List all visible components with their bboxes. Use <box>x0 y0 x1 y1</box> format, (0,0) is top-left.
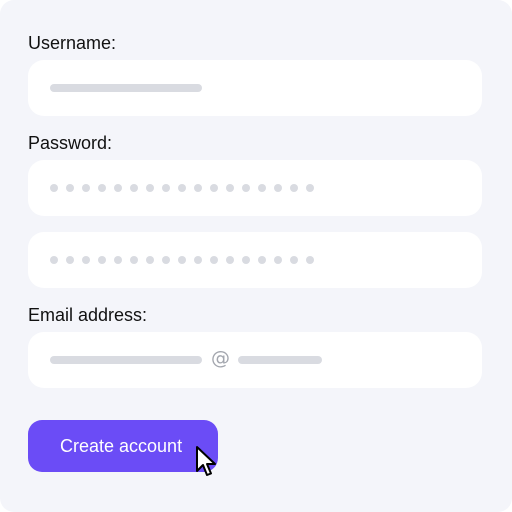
mask-dot <box>226 184 234 192</box>
password-label: Password: <box>28 133 113 153</box>
email-label: Email address: <box>28 305 148 325</box>
mask-dot <box>306 256 314 264</box>
mask-dot <box>162 256 170 264</box>
mask-dot <box>114 184 122 192</box>
mask-dot <box>66 256 74 264</box>
username-placeholder-bar <box>50 84 202 92</box>
mask-dot <box>82 184 90 192</box>
mask-dot <box>50 184 58 192</box>
mask-dot <box>258 256 266 264</box>
username-field[interactable] <box>28 60 482 116</box>
password-mask <box>50 184 314 192</box>
mask-dot <box>66 184 74 192</box>
mask-dot <box>290 184 298 192</box>
confirm-password-mask <box>50 256 314 264</box>
mask-dot <box>290 256 298 264</box>
email-user-placeholder-bar <box>50 356 202 364</box>
mask-dot <box>242 184 250 192</box>
email-domain-placeholder-bar <box>238 356 322 364</box>
mask-dot <box>162 184 170 192</box>
mask-dot <box>210 256 218 264</box>
mask-dot <box>274 256 282 264</box>
mask-dot <box>306 184 314 192</box>
mask-dot <box>146 184 154 192</box>
mask-dot <box>50 256 58 264</box>
mask-dot <box>194 184 202 192</box>
mask-dot <box>258 184 266 192</box>
mask-dot <box>82 256 90 264</box>
mask-dot <box>178 256 186 264</box>
mask-dot <box>98 256 106 264</box>
mask-dot <box>242 256 250 264</box>
mask-dot <box>98 184 106 192</box>
mask-dot <box>178 184 186 192</box>
mouse-pointer-icon <box>196 446 216 476</box>
username-label: Username: <box>28 33 117 53</box>
email-field[interactable]: @ <box>28 332 482 388</box>
mask-dot <box>194 256 202 264</box>
signup-form: Username: Password: Email address: @ Cre… <box>0 0 512 512</box>
password-field[interactable] <box>28 160 482 216</box>
at-sign: @ <box>211 347 230 369</box>
mask-dot <box>130 256 138 264</box>
mask-dot <box>226 256 234 264</box>
create-account-button[interactable]: Create account <box>28 420 218 472</box>
mask-dot <box>130 184 138 192</box>
mask-dot <box>274 184 282 192</box>
mask-dot <box>146 256 154 264</box>
mask-dot <box>114 256 122 264</box>
confirm-password-field[interactable] <box>28 232 482 288</box>
mask-dot <box>210 184 218 192</box>
